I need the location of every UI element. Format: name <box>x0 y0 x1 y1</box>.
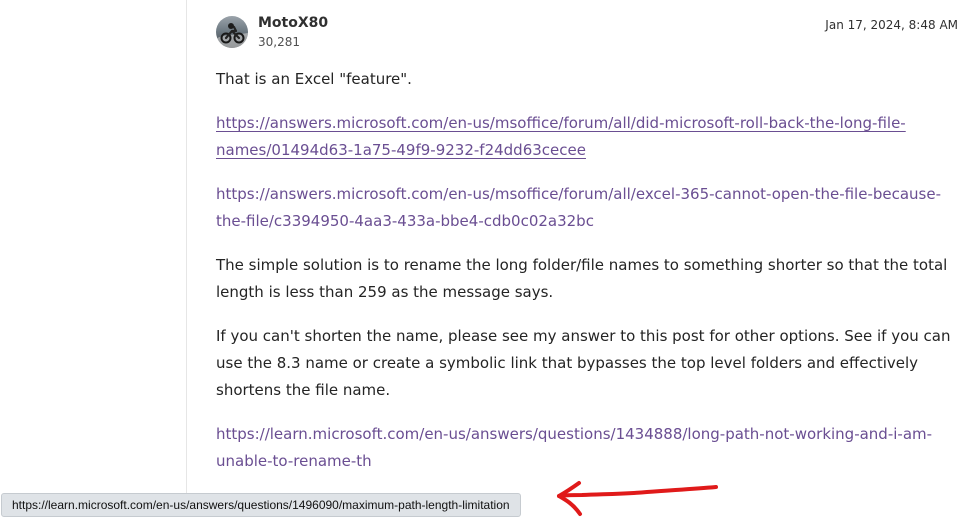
post-link-3[interactable]: https://learn.microsoft.com/en-us/answer… <box>216 425 932 470</box>
post-paragraph-intro: That is an Excel "feature". <box>216 70 412 88</box>
post-timestamp: Jan 17, 2024, 8:48 AM <box>825 18 958 32</box>
answer-post: MotoX80 30,281 Jan 17, 2024, 8:48 AM Tha… <box>216 12 958 470</box>
author-reputation: 30,281 <box>258 35 300 49</box>
post-link-paragraph-2: https://answers.microsoft.com/en-us/msof… <box>216 181 958 235</box>
motorcycle-avatar-icon <box>216 23 248 48</box>
post-paragraph-solution: The simple solution is to rename the lon… <box>216 256 948 301</box>
browser-status-bar: https://learn.microsoft.com/en-us/answer… <box>1 493 521 517</box>
post-link-1[interactable]: https://answers.microsoft.com/en-us/msof… <box>216 114 906 159</box>
left-rail <box>0 0 187 517</box>
post-body: That is an Excel "feature". https://answ… <box>216 66 958 492</box>
red-arrow-icon <box>557 481 718 516</box>
post-header: MotoX80 30,281 Jan 17, 2024, 8:48 AM <box>216 12 958 56</box>
author-name[interactable]: MotoX80 <box>258 14 328 32</box>
post-paragraph-options: If you can't shorten the name, please se… <box>216 327 951 399</box>
post-link-paragraph-1: https://answers.microsoft.com/en-us/msof… <box>216 110 958 164</box>
post-link-2[interactable]: https://answers.microsoft.com/en-us/msof… <box>216 185 941 230</box>
post-link-paragraph-3: https://learn.microsoft.com/en-us/answer… <box>216 421 958 475</box>
avatar[interactable] <box>216 16 248 48</box>
